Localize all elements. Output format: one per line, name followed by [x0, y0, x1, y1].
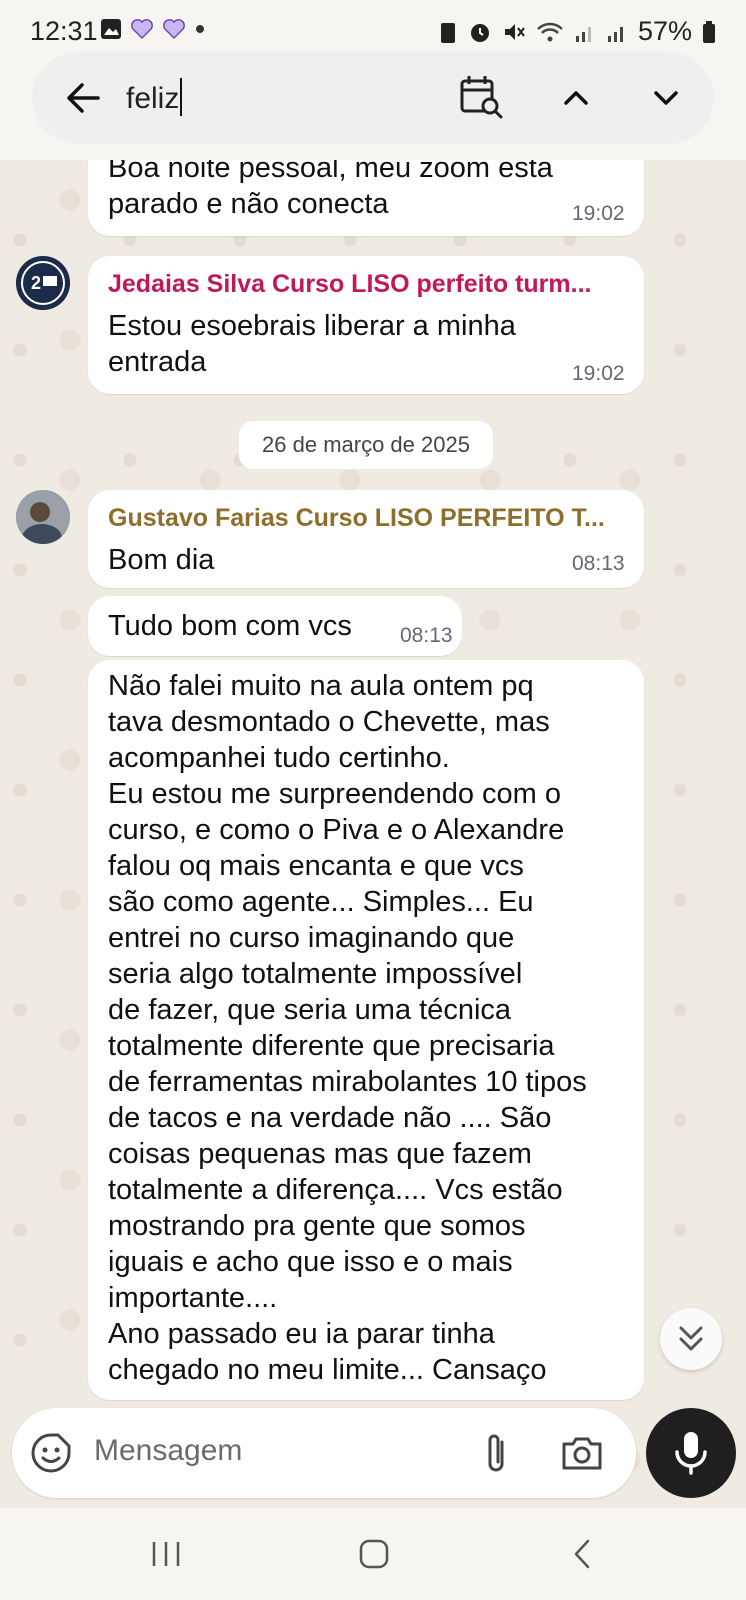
dot-icon — [196, 25, 204, 33]
message-input[interactable]: Mensagem — [94, 1434, 242, 1468]
search-input[interactable]: feliz — [126, 78, 183, 116]
emoji-icon[interactable] — [30, 1432, 72, 1474]
message-composer: Mensagem — [12, 1408, 636, 1498]
heart-icon — [131, 19, 153, 40]
sender-name[interactable]: Jedaias Silva Curso LISO perfeito turm..… — [108, 270, 591, 299]
alarm-icon — [470, 23, 489, 42]
mic-icon — [675, 1432, 707, 1475]
back-arrow-icon[interactable] — [60, 74, 108, 122]
date-separator: 26 de março de 2025 — [239, 421, 493, 469]
message-bubble[interactable]: Gustavo Farias Curso LISO PERFEITO T... … — [88, 490, 644, 588]
gallery-icon — [101, 19, 121, 39]
attach-icon[interactable] — [480, 1432, 514, 1476]
battery-saver-icon — [440, 22, 455, 43]
signal-icon — [607, 26, 623, 42]
message-time: 19:02 — [572, 362, 625, 385]
system-icons: 57% — [438, 16, 716, 47]
text-caret — [180, 78, 183, 116]
search-bar: feliz — [32, 52, 714, 144]
scroll-to-bottom-button[interactable] — [660, 1308, 722, 1370]
battery-icon — [703, 20, 715, 43]
svg-text:2: 2 — [31, 273, 41, 293]
status-time: 12:31 — [30, 16, 98, 46]
avatar[interactable] — [16, 490, 70, 544]
message-time: 08:13 — [572, 552, 625, 575]
message-bubble[interactable]: Jedaias Silva Curso LISO perfeito turm..… — [88, 256, 644, 394]
mute-icon — [504, 23, 525, 40]
battery-percent: 57% — [637, 16, 692, 46]
camera-icon[interactable] — [560, 1432, 604, 1474]
home-icon[interactable] — [358, 1538, 390, 1570]
voice-message-button[interactable] — [646, 1408, 736, 1498]
notification-icons — [100, 17, 206, 41]
search-query: feliz — [126, 82, 180, 115]
chevron-up-icon[interactable] — [552, 74, 600, 122]
message-text: Não falei muito na aula ontem pq tava de… — [108, 670, 587, 1386]
message-text: Estou esoebrais liberar a minha entrada — [108, 310, 516, 378]
chevron-down-icon[interactable] — [642, 74, 690, 122]
calendar-search-icon[interactable] — [456, 72, 506, 122]
back-icon[interactable] — [570, 1538, 594, 1570]
message-text: Bom dia — [108, 544, 215, 576]
wifi-icon — [537, 22, 563, 41]
message-text: Boa noite pessoal, meu zoom esta parado … — [108, 152, 553, 220]
system-navigation-bar — [0, 1508, 746, 1600]
message-bubble[interactable]: Tudo bom com vcs 08:13 — [88, 596, 462, 656]
double-chevron-down-icon — [679, 1326, 703, 1351]
message-time: 08:13 — [400, 624, 453, 647]
avatar[interactable]: 2 — [16, 256, 70, 310]
message-time: 19:02 — [572, 202, 625, 225]
signal-icon — [575, 26, 591, 42]
sender-name[interactable]: Gustavo Farias Curso LISO PERFEITO T... — [108, 504, 605, 533]
heart-icon — [163, 19, 185, 40]
message-text: Tudo bom com vcs — [108, 610, 352, 642]
recent-apps-icon[interactable] — [150, 1540, 182, 1568]
message-bubble[interactable]: Não falei muito na aula ontem pq tava de… — [88, 660, 644, 1400]
